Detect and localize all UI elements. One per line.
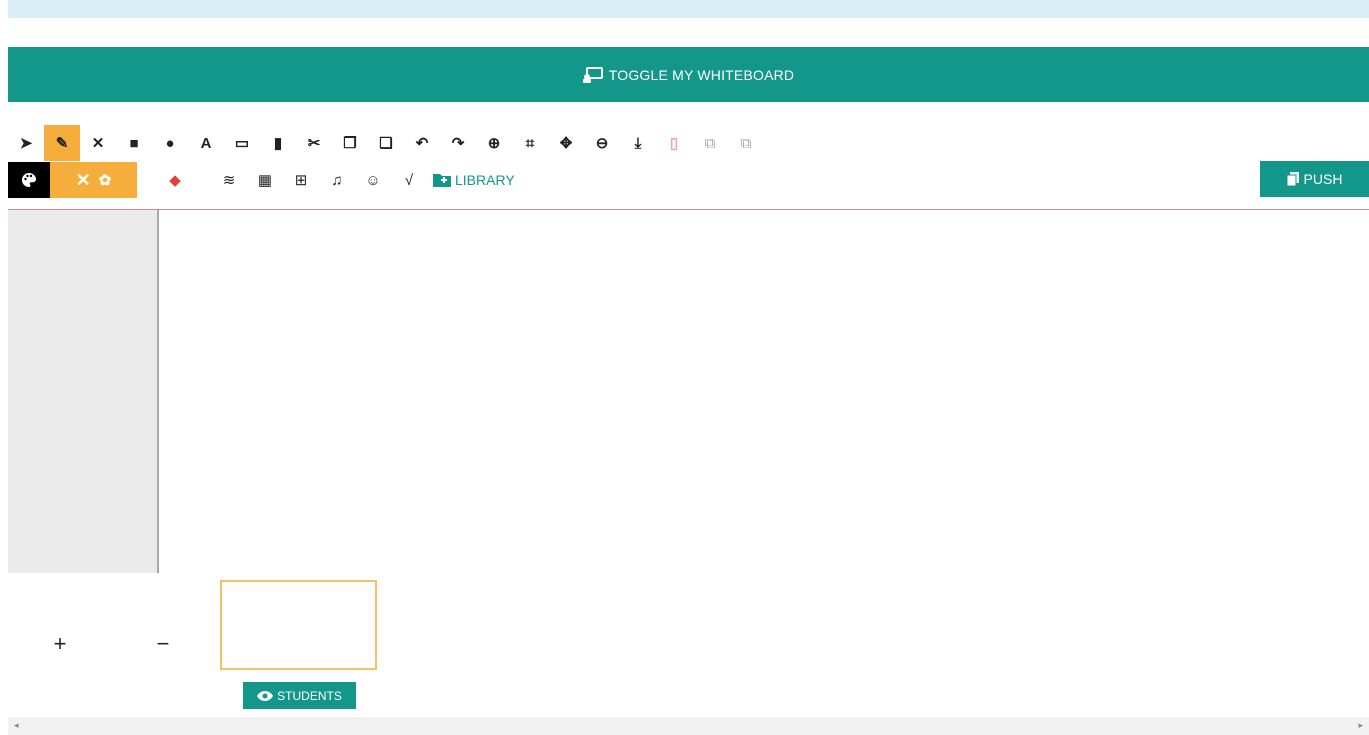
compress-icon: ⌗ — [525, 134, 535, 152]
scroll-right-icon[interactable]: ▸ — [1358, 720, 1363, 731]
select-tool[interactable]: ➤ — [8, 125, 44, 161]
zoom-in-icon: ⊕ — [487, 135, 501, 152]
scissors-icon: ✂ — [307, 135, 321, 152]
palette-icon — [22, 173, 36, 187]
cross-tools-icon: ✕ — [75, 169, 91, 190]
zoom-out-icon: ⊖ — [595, 135, 609, 152]
add-page-button[interactable]: + — [45, 629, 75, 659]
secondary-toolbar: ✕ ✿ ◆ ≋ ▦ ⊞ ♫ ☺ √ LIBRARY — [8, 162, 515, 198]
circle-icon: ● — [165, 134, 175, 152]
horizontal-scrollbar[interactable]: ◂ ▸ — [8, 717, 1369, 735]
rectangle-tool[interactable]: ■ — [116, 125, 152, 161]
folder-plus-icon — [433, 174, 451, 187]
download-icon: ⤓ — [634, 134, 642, 152]
drawing-toolbar: ➤ ✎ ✕ ■ ● A ▭ ▮ ✂ ❐ ❏ ↶ ↷ ⊕ ⌗ ✥ ⊖ ⤓ ▯ ⧉ ⧉ — [8, 124, 764, 162]
trash-icon: ▯ — [669, 135, 679, 152]
students-label: STUDENTS — [277, 688, 342, 703]
eye-icon — [257, 690, 274, 701]
zoom-out-tool[interactable]: ⊖ — [584, 125, 620, 161]
students-button[interactable]: STUDENTS — [243, 682, 356, 709]
square-icon: ■ — [129, 134, 139, 152]
emoji-tool[interactable]: ☺ — [355, 162, 391, 198]
pen-tool[interactable]: ✎ — [44, 125, 80, 161]
redo-icon: ↷ — [451, 135, 465, 152]
math-tool[interactable]: √ — [391, 162, 427, 198]
circle-tool[interactable]: ● — [152, 125, 188, 161]
library-label: LIBRARY — [455, 172, 515, 188]
toggle-whiteboard-button[interactable]: TOGGLE MY WHITEBOARD — [8, 47, 1369, 102]
send-back-tool[interactable]: ⧉ — [728, 125, 764, 161]
undo-tool[interactable]: ↶ — [404, 125, 440, 161]
image-tool[interactable]: ▭ — [224, 125, 260, 161]
paste-icon: ❏ — [379, 135, 393, 152]
eraser-icon: ◆ — [169, 172, 181, 189]
copy-tool[interactable]: ❐ — [332, 125, 368, 161]
remove-page-button[interactable]: − — [148, 629, 178, 659]
tool-options-button[interactable]: ✕ ✿ — [50, 162, 137, 198]
eraser-tool[interactable]: ◆ — [157, 162, 193, 198]
undo-icon: ↶ — [415, 135, 429, 152]
copy-icon: ❐ — [343, 135, 357, 152]
scroll-left-icon[interactable]: ◂ — [14, 720, 19, 731]
document-tool[interactable]: ▮ — [260, 125, 296, 161]
gear-icon: ✿ — [98, 172, 112, 189]
redo-tool[interactable]: ↷ — [440, 125, 476, 161]
line-tool[interactable]: ✕ — [80, 125, 116, 161]
push-label: PUSH — [1303, 171, 1343, 187]
cross-tools-icon: ✕ — [91, 135, 105, 152]
layers-icon: ≋ — [222, 172, 236, 189]
grid-tool[interactable]: ▦ — [247, 162, 283, 198]
image-icon: ▭ — [234, 135, 250, 152]
text-icon: A — [200, 134, 212, 152]
mouse-pointer-icon: ➤ — [19, 135, 33, 152]
pencil-icon: ✎ — [55, 135, 69, 152]
layer-front-icon: ⧉ — [704, 134, 716, 152]
color-palette-button[interactable] — [8, 162, 50, 198]
chalkboard-teacher-icon — [582, 66, 603, 83]
delete-tool[interactable]: ▯ — [656, 125, 692, 161]
page-thumbnail[interactable] — [220, 580, 377, 670]
file-icon: ▮ — [273, 135, 283, 152]
table-tool[interactable]: ⊞ — [283, 162, 319, 198]
fit-tool[interactable]: ⌗ — [512, 125, 548, 161]
push-button[interactable]: PUSH — [1260, 161, 1369, 197]
copy-icon — [1286, 172, 1299, 186]
layers-tool[interactable]: ≋ — [211, 162, 247, 198]
text-tool[interactable]: A — [188, 125, 224, 161]
table-icon: ⊞ — [294, 172, 308, 189]
layer-back-icon: ⧉ — [740, 134, 752, 152]
bring-front-tool[interactable]: ⧉ — [692, 125, 728, 161]
paste-tool[interactable]: ❏ — [368, 125, 404, 161]
pan-tool[interactable]: ✥ — [548, 125, 584, 161]
zoom-in-tool[interactable]: ⊕ — [476, 125, 512, 161]
grid-icon: ▦ — [257, 172, 273, 189]
music-tool[interactable]: ♫ — [319, 162, 355, 198]
smile-icon: ☺ — [365, 171, 381, 189]
page-sidebar[interactable] — [8, 210, 159, 573]
move-icon: ✥ — [559, 135, 573, 152]
cut-tool[interactable]: ✂ — [296, 125, 332, 161]
square-root-icon: √ — [404, 171, 414, 189]
toggle-whiteboard-label: TOGGLE MY WHITEBOARD — [608, 66, 795, 83]
library-button[interactable]: LIBRARY — [433, 172, 515, 188]
download-tool[interactable]: ⤓ — [620, 125, 656, 161]
top-banner-strip — [8, 0, 1369, 18]
whiteboard-canvas[interactable] — [159, 210, 1369, 573]
music-icon: ♫ — [331, 171, 343, 189]
